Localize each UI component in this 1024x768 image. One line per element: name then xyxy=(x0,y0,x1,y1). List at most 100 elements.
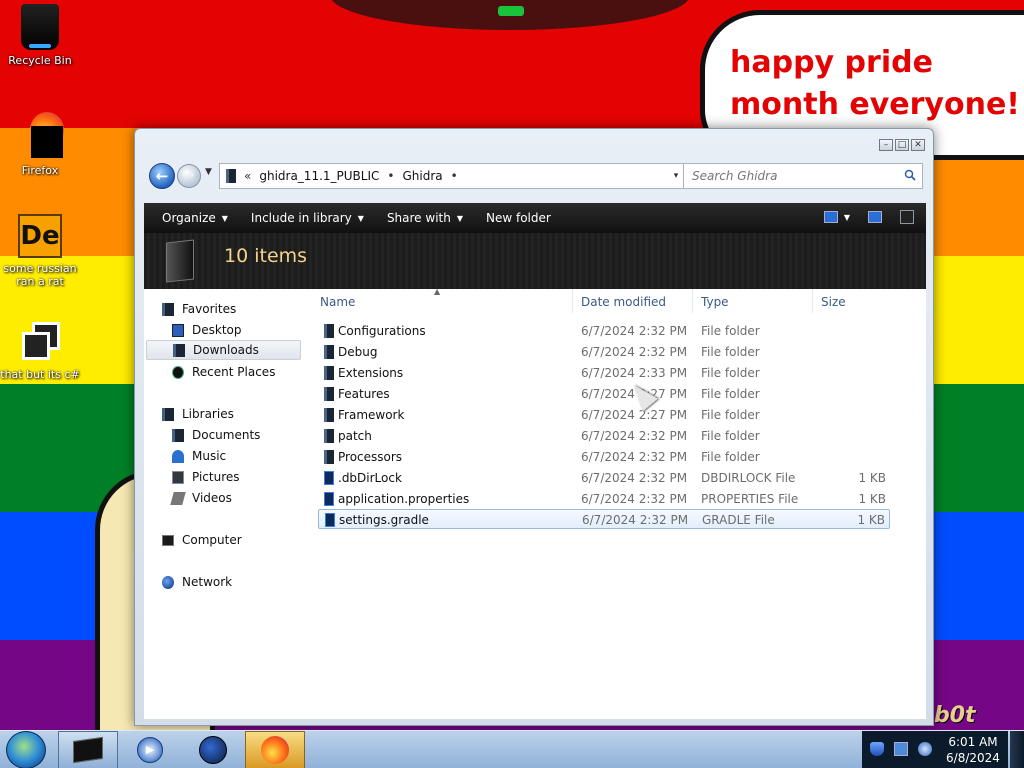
close-button[interactable]: ✕ xyxy=(911,139,925,151)
file-row[interactable]: Features 6/7/2024 2:27 PM File folder xyxy=(318,384,890,404)
recent-places-icon xyxy=(172,365,184,379)
nav-label: Desktop xyxy=(192,323,242,337)
minimize-button[interactable]: – xyxy=(879,139,893,151)
nav-videos[interactable]: Videos xyxy=(170,488,329,508)
column-divider[interactable] xyxy=(692,289,693,313)
file-name: Debug xyxy=(338,345,378,359)
start-button[interactable] xyxy=(6,731,46,768)
windows-stack-icon xyxy=(18,320,62,364)
file-row[interactable]: Framework 6/7/2024 2:27 PM File folder xyxy=(318,405,890,425)
breadcrumb-ghidra[interactable]: Ghidra xyxy=(402,169,442,183)
sort-ascending-icon: ▲ xyxy=(434,287,441,296)
nav-computer[interactable]: Computer xyxy=(162,530,319,550)
file-row[interactable]: .dbDirLock 6/7/2024 2:32 PM DBDIRLOCK Fi… xyxy=(318,468,890,488)
folder-large-icon xyxy=(166,239,194,283)
file-date: 6/7/2024 2:32 PM xyxy=(581,492,688,506)
breadcrumb-overflow[interactable]: « xyxy=(244,169,251,183)
recent-pages-dropdown[interactable]: ▼ xyxy=(205,167,212,177)
network-icon[interactable] xyxy=(894,742,908,756)
nav-label: Videos xyxy=(192,491,232,505)
forward-button[interactable]: → xyxy=(177,164,201,188)
view-controls: ▼ xyxy=(823,210,914,224)
search-box xyxy=(683,163,923,189)
nav-pictures[interactable]: Pictures xyxy=(172,467,329,487)
show-desktop-button[interactable] xyxy=(1010,731,1024,768)
taskbar-media-player-button[interactable]: ▶ xyxy=(120,731,180,768)
include-label: Include in library xyxy=(250,211,352,225)
column-name-label: Name xyxy=(320,295,356,309)
folder-icon xyxy=(324,387,334,401)
desktop-icon xyxy=(172,323,184,337)
file-date: 6/7/2024 2:32 PM xyxy=(582,513,689,527)
desktop-icon-label: Recycle Bin xyxy=(8,54,72,67)
chevron-down-icon: ▼ xyxy=(357,213,364,223)
desktop-icon-that-but-csharp[interactable]: that but its c# xyxy=(0,320,80,381)
column-header-type[interactable]: Type xyxy=(701,295,729,309)
nav-music[interactable]: Music xyxy=(172,446,329,466)
taskbar-explorer-button[interactable] xyxy=(58,731,118,768)
file-name: .dbDirLock xyxy=(338,471,402,485)
column-header-size[interactable]: Size xyxy=(821,295,846,309)
file-size: 1 KB xyxy=(858,492,886,506)
breadcrumb-ghidra-public[interactable]: ghidra_11.1_PUBLIC xyxy=(259,169,379,183)
desktop-icon-de-app[interactable]: De some russian ran a rat xyxy=(0,214,80,288)
star-icon xyxy=(162,302,174,316)
organize-label: Organize xyxy=(162,211,216,225)
file-row-selected[interactable]: settings.gradle 6/7/2024 2:32 PM GRADLE … xyxy=(318,509,890,529)
file-row[interactable]: Extensions 6/7/2024 2:33 PM File folder xyxy=(318,363,890,383)
desktop-icon-firefox[interactable]: Firefox xyxy=(0,112,80,177)
file-row[interactable]: Configurations 6/7/2024 2:32 PM File fol… xyxy=(318,321,890,341)
file-row[interactable]: application.properties 6/7/2024 2:32 PM … xyxy=(318,489,890,509)
nav-documents[interactable]: Documents xyxy=(172,425,329,445)
view-options-dropdown[interactable]: ▼ xyxy=(844,213,850,222)
file-row[interactable]: Processors 6/7/2024 2:32 PM File folder xyxy=(318,447,890,467)
address-dropdown-icon[interactable]: ▾ xyxy=(674,171,679,181)
nav-libraries[interactable]: Libraries xyxy=(162,404,319,424)
address-bar[interactable]: « ghidra_11.1_PUBLIC • Ghidra • xyxy=(219,163,667,189)
file-row[interactable]: Debug 6/7/2024 2:32 PM File folder xyxy=(318,342,890,362)
computer-icon xyxy=(162,534,174,546)
media-player-icon: ▶ xyxy=(137,737,163,763)
column-header-name[interactable]: Name xyxy=(320,295,355,309)
search-icon[interactable] xyxy=(904,169,916,181)
back-button[interactable]: ← xyxy=(149,163,175,189)
folder-icon xyxy=(324,408,334,422)
share-with-button[interactable]: Share with ▼ xyxy=(379,203,478,233)
breadcrumb-separator[interactable]: • xyxy=(387,169,394,183)
column-divider[interactable] xyxy=(812,289,813,313)
clock[interactable]: 6:01 AM 6/8/2024 xyxy=(942,734,1004,766)
taskbar-firefox-button[interactable] xyxy=(245,731,305,768)
column-divider[interactable] xyxy=(572,289,573,313)
taskbar-browser-button[interactable] xyxy=(183,731,243,768)
file-name: Extensions xyxy=(338,366,404,380)
desktop-icon-label: some russian ran a rat xyxy=(3,262,77,288)
nav-recent-places[interactable]: Recent Places xyxy=(172,362,329,382)
nav-downloads[interactable]: Downloads xyxy=(146,340,301,360)
file-row[interactable]: patch 6/7/2024 2:32 PM File folder xyxy=(318,426,890,446)
file-date: 6/7/2024 2:33 PM xyxy=(581,366,688,380)
help-icon[interactable] xyxy=(900,210,914,224)
shield-icon[interactable] xyxy=(870,742,884,756)
volume-icon[interactable] xyxy=(918,742,932,756)
preview-pane-icon[interactable] xyxy=(868,211,882,223)
breadcrumb-separator[interactable]: • xyxy=(451,169,458,183)
nav-favorites[interactable]: Favorites xyxy=(162,299,319,319)
include-in-library-button[interactable]: Include in library ▼ xyxy=(243,203,379,233)
organize-button[interactable]: Organize ▼ xyxy=(154,203,243,233)
clock-date: 6/8/2024 xyxy=(946,751,1000,765)
file-icon xyxy=(324,492,334,506)
file-date: 6/7/2024 2:32 PM xyxy=(581,471,688,485)
file-name: Processors xyxy=(338,450,403,464)
file-type: GRADLE File xyxy=(702,513,775,527)
maximize-button[interactable]: □ xyxy=(895,139,909,151)
nav-desktop[interactable]: Desktop xyxy=(172,320,329,340)
libraries-icon xyxy=(162,407,174,421)
share-label: Share with xyxy=(386,211,451,225)
search-input[interactable] xyxy=(692,169,892,183)
change-view-icon[interactable] xyxy=(823,211,838,223)
folder-icon xyxy=(324,345,334,359)
new-folder-button[interactable]: New folder xyxy=(478,203,566,233)
column-header-date[interactable]: Date modified xyxy=(581,295,666,309)
desktop-icon-recycle-bin[interactable]: Recycle Bin xyxy=(0,4,80,67)
nav-network[interactable]: Network xyxy=(162,572,319,592)
